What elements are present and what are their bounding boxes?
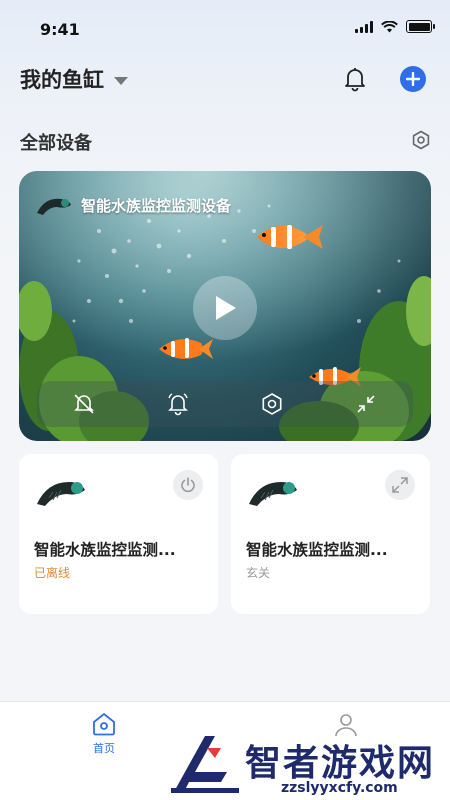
video-title: 智能水族监控监测设备 [81,197,232,215]
play-button[interactable] [193,276,257,340]
mute-alarm-button[interactable] [71,391,97,417]
device-name: 智能水族监控监测... [246,541,388,559]
home-name: 我的鱼缸 [20,68,104,92]
device-name: 智能水族监控监测... [34,541,176,559]
bell-icon [345,68,365,92]
power-button[interactable] [173,470,203,500]
watermark-emblem-icon [171,736,239,793]
signal-icon [355,20,373,33]
notification-button[interactable] [342,66,368,92]
chevron-down-icon [114,76,128,85]
watermark-logo: 智者游戏网 zzslyyxcfy.com [165,728,450,800]
status-bar: 9:41 [0,0,450,56]
aquarium-device-image [249,482,297,506]
status-time: 9:41 [40,20,80,39]
collapse-icon [357,395,375,413]
header: 我的鱼缸 [0,60,450,100]
watermark-url: zzslyyxcfy.com [281,780,398,796]
wifi-icon [381,20,398,32]
device-status: 玄关 [246,566,271,580]
section-title: 全部设备 [20,133,92,154]
video-preview-card[interactable]: 智能水族监控监测设备 [19,171,431,441]
alarm-button[interactable] [165,391,191,417]
expand-button[interactable] [385,470,415,500]
add-device-button[interactable] [400,66,426,92]
expand-icon [392,477,408,493]
status-icons [355,20,435,33]
plus-icon [406,72,420,86]
device-card[interactable]: 智能水族监控监测... 已离线 [19,454,218,614]
play-icon [216,296,236,320]
home-icon [93,713,115,736]
bell-off-icon [74,394,94,414]
aquarium-device-image [37,482,85,506]
power-icon [181,477,195,493]
collapse-button[interactable] [353,391,379,417]
settings-icon [412,130,430,150]
video-settings-button[interactable] [259,391,285,417]
device-status: 已离线 [34,566,71,580]
tab-home-label: 首页 [93,742,115,755]
watermark-text: 智者游戏网 [245,743,436,784]
battery-icon [406,20,435,33]
home-selector[interactable]: 我的鱼缸 [20,64,128,94]
tab-home[interactable]: 首页 [74,712,134,756]
device-card[interactable]: 智能水族监控监测... 玄关 [231,454,430,614]
bell-icon [168,393,188,416]
aquarium-device-icon [37,198,71,215]
device-settings-button[interactable] [411,130,431,150]
video-controls-bar [37,381,413,427]
settings-icon [262,393,282,415]
